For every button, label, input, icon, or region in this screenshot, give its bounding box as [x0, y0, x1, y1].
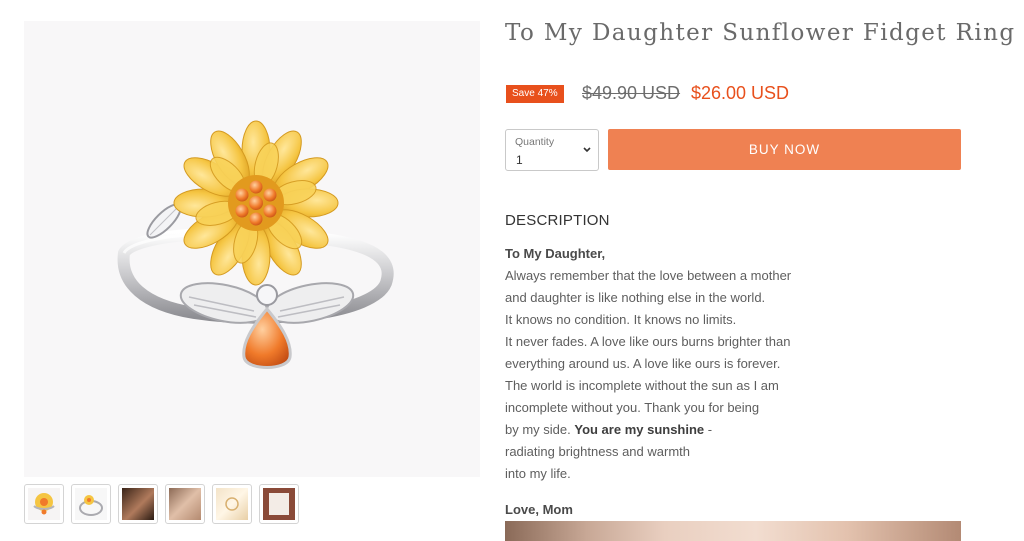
- quantity-select[interactable]: Quantity 1: [505, 129, 599, 171]
- description-line: everything around us. A love like ours i…: [505, 356, 781, 371]
- buy-now-button[interactable]: BUY NOW: [608, 129, 961, 170]
- description-line-prefix: by my side.: [505, 422, 575, 437]
- description-line: radiating brightness and warmth: [505, 444, 690, 459]
- product-main-image[interactable]: [24, 21, 480, 477]
- description-heading: DESCRIPTION: [505, 212, 610, 229]
- thumbnail-ring-on-hand[interactable]: [118, 484, 158, 524]
- quantity-value: 1: [516, 153, 523, 167]
- thumbnail-sunflower-ring[interactable]: [24, 484, 64, 524]
- ring-icon: [79, 495, 103, 516]
- thumbnail-ring-side[interactable]: [71, 484, 111, 524]
- description-line-suffix: -: [704, 422, 713, 437]
- sunflower-icon: [33, 493, 55, 515]
- description-signoff: Love, Mom: [505, 502, 573, 517]
- sunshine-emphasis: You are my sunshine: [574, 422, 705, 437]
- description-line: It knows no condition. It knows no limit…: [505, 312, 737, 327]
- description-line-sunshine: by my side. You are my sunshine -: [505, 422, 712, 437]
- description-line: The world is incomplete without the sun …: [505, 378, 779, 393]
- product-title: To My Daughter Sunflower Fidget Ring: [505, 20, 1016, 46]
- description-line: incomplete without you. Thank you for be…: [505, 400, 760, 415]
- sale-price: $26.00 USD: [691, 83, 790, 103]
- chevron-down-icon: [583, 147, 591, 153]
- description-greeting: To My Daughter,: [505, 246, 606, 261]
- quantity-label: Quantity: [515, 136, 555, 148]
- lifestyle-image: [505, 521, 961, 541]
- description-line: into my life.: [505, 466, 571, 481]
- description-line: It never fades. A love like ours burns b…: [505, 334, 791, 349]
- thumbnail-ring-closeup[interactable]: [165, 484, 205, 524]
- save-badge: Save 47%: [506, 85, 564, 103]
- description-line: Always remember that the love between a …: [505, 268, 792, 283]
- compare-price: $49.90 USD: [582, 83, 681, 103]
- sunflower-ring-image: [117, 120, 394, 369]
- gift-icon: [225, 497, 239, 511]
- card-icon: [269, 493, 289, 515]
- thumbnail-gift-card[interactable]: [259, 484, 299, 524]
- thumbnail-ring-box[interactable]: [212, 484, 252, 524]
- description-line: and daughter is like nothing else in the…: [505, 290, 766, 305]
